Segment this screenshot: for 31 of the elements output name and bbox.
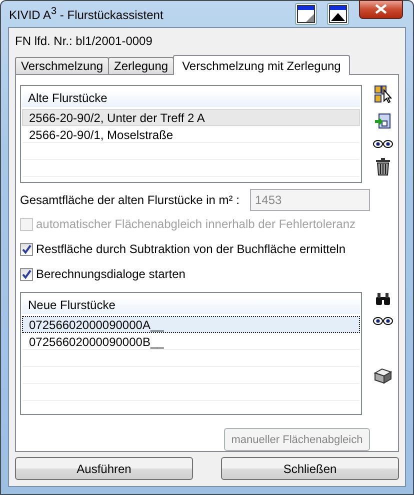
list-item[interactable]: 2566-20-90/1, Moselstraße [22,126,360,143]
list-header: Neue Flurstücke [22,297,360,314]
tab[interactable]: Verschmelzung mit Zerlegung [173,55,350,75]
checkbox-label: Berechnungsdialoge starten [36,267,186,281]
eyes-icon[interactable] [373,139,394,149]
list-header: Alte Flurstücke [22,90,360,107]
list-item[interactable]: 07256602000090000A__ [22,316,360,333]
trash-icon[interactable] [376,158,390,176]
cube-icon[interactable] [374,368,392,384]
checkbox-label: automatischer Flächenabgleich innerhalb der Fehlertoleranz [36,217,356,231]
binoculars-icon[interactable] [375,292,392,306]
list-item[interactable]: 2566-20-90/2, Unter der Treff 2 A [22,109,360,126]
top-button[interactable] [327,3,349,25]
dialog-button[interactable]: Schließen [221,457,399,480]
fn-label: FN lfd. Nr.: bl1/2001-0009 [15,34,154,50]
tab[interactable]: Zerlegung [108,57,174,74]
tab[interactable]: Verschmelzung [15,57,110,74]
list-item[interactable]: 07256602000090000B__ [22,333,360,350]
import-icon[interactable] [374,112,392,130]
eyes-icon[interactable] [373,316,394,326]
close-button[interactable] [359,0,403,18]
window-title: KIVID A$^{3}$ - Flurstückassistent [8,6,164,22]
checkbox[interactable] [20,268,33,280]
restore-button[interactable] [295,3,317,25]
close-icon [375,4,387,14]
total-area-label: Gesamtfläche der alten Flurstücke in m² : [20,193,240,207]
dialog-button[interactable]: Ausführen [15,457,193,480]
checkbox[interactable] [20,242,33,256]
checkbox-label: Restfläche durch Subtraktion von der Buchfläche ermitteln [36,242,346,256]
select-icon[interactable] [374,85,392,103]
window-icon [297,5,315,23]
